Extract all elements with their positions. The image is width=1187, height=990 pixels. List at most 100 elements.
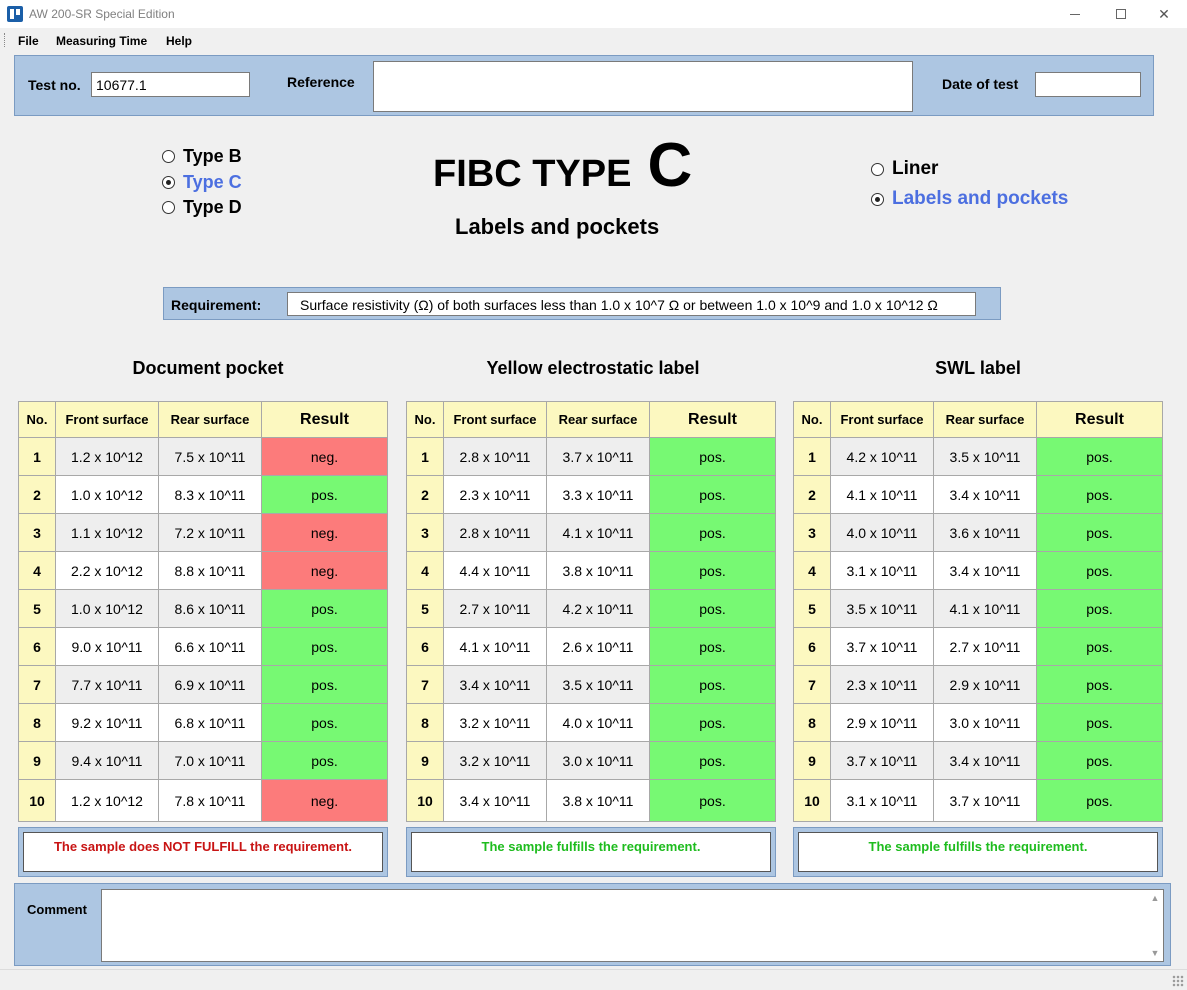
table-row: 8 9.2 x 10^11 6.8 x 10^11 pos. xyxy=(18,703,388,742)
cell-result: pos. xyxy=(1036,551,1163,590)
cell-result: pos. xyxy=(649,437,776,476)
app-icon xyxy=(7,6,23,22)
menu-bar: File Measuring Time Help xyxy=(0,30,1187,51)
radio-label: Type D xyxy=(183,197,242,217)
table-row: 2 4.1 x 10^11 3.4 x 10^11 pos. xyxy=(793,475,1163,514)
cell-no: 1 xyxy=(18,437,56,476)
cell-result: pos. xyxy=(649,513,776,552)
date-input[interactable] xyxy=(1035,72,1141,97)
cell-no: 1 xyxy=(793,437,831,476)
column-header-result: Result xyxy=(261,401,388,438)
cell-result: pos. xyxy=(261,703,388,742)
cell-result: pos. xyxy=(1036,703,1163,742)
cell-rear-surface: 3.8 x 10^11 xyxy=(546,779,650,822)
cell-result: pos. xyxy=(1036,475,1163,514)
cell-no: 8 xyxy=(406,703,444,742)
column-header-rear: Rear surface xyxy=(546,401,650,438)
cell-result: neg. xyxy=(261,551,388,590)
verdict-panel-yellow-label: The sample fulfills the requirement. xyxy=(406,827,776,877)
cell-front-surface: 7.7 x 10^11 xyxy=(55,665,159,704)
cell-front-surface: 3.2 x 10^11 xyxy=(443,741,547,780)
table-row: 2 1.0 x 10^12 8.3 x 10^11 pos. xyxy=(18,475,388,514)
menu-help[interactable]: Help xyxy=(166,34,192,48)
radio-type-d[interactable]: Type D xyxy=(162,197,242,218)
reference-input[interactable] xyxy=(373,61,913,112)
cell-no: 9 xyxy=(793,741,831,780)
close-icon: ✕ xyxy=(1158,5,1170,22)
cell-rear-surface: 3.4 x 10^11 xyxy=(933,741,1037,780)
cell-result: pos. xyxy=(649,665,776,704)
radio-label: Type B xyxy=(183,146,242,166)
test-no-label: Test no. xyxy=(28,77,81,93)
cell-rear-surface: 4.2 x 10^11 xyxy=(546,589,650,628)
cell-no: 6 xyxy=(406,627,444,666)
cell-rear-surface: 6.6 x 10^11 xyxy=(158,627,262,666)
cell-front-surface: 3.5 x 10^11 xyxy=(830,589,934,628)
cell-result: neg. xyxy=(261,437,388,476)
cell-no: 7 xyxy=(793,665,831,704)
cell-front-surface: 4.2 x 10^11 xyxy=(830,437,934,476)
radio-liner[interactable]: Liner xyxy=(871,158,938,180)
requirement-label: Requirement: xyxy=(171,297,262,313)
cell-front-surface: 9.4 x 10^11 xyxy=(55,741,159,780)
radio-type-b[interactable]: Type B xyxy=(162,146,242,167)
menu-measuring-time[interactable]: Measuring Time xyxy=(56,34,147,48)
cell-result: pos. xyxy=(649,779,776,822)
requirement-text: Surface resistivity (Ω) of both surfaces… xyxy=(287,292,976,316)
cell-result: pos. xyxy=(261,589,388,628)
column-header-no: No. xyxy=(406,401,444,438)
radio-button-icon xyxy=(871,162,884,176)
cell-rear-surface: 6.9 x 10^11 xyxy=(158,665,262,704)
cell-front-surface: 2.3 x 10^11 xyxy=(830,665,934,704)
cell-front-surface: 3.1 x 10^11 xyxy=(830,779,934,822)
cell-result: pos. xyxy=(1036,665,1163,704)
cell-no: 4 xyxy=(18,551,56,590)
radio-label: Labels and pockets xyxy=(892,188,1069,209)
comment-input[interactable]: ▲ ▼ xyxy=(101,889,1164,962)
comment-panel: Comment ▲ ▼ xyxy=(14,883,1171,966)
radio-button-icon xyxy=(162,201,175,214)
cell-front-surface: 1.0 x 10^12 xyxy=(55,475,159,514)
maximize-button[interactable] xyxy=(1098,0,1144,28)
table-row: 4 2.2 x 10^12 8.8 x 10^11 neg. xyxy=(18,551,388,590)
date-label: Date of test xyxy=(942,76,1019,92)
test-no-input[interactable] xyxy=(91,72,250,97)
cell-no: 3 xyxy=(406,513,444,552)
resize-grip-icon[interactable] xyxy=(1172,975,1184,987)
cell-no: 9 xyxy=(18,741,56,780)
cell-no: 7 xyxy=(406,665,444,704)
results-table-yellow-label: No. Front surface Rear surface Result 1 2.8 x… xyxy=(406,401,776,822)
cell-rear-surface: 7.8 x 10^11 xyxy=(158,779,262,822)
table-row: 6 9.0 x 10^11 6.6 x 10^11 pos. xyxy=(18,627,388,666)
cell-no: 2 xyxy=(793,475,831,514)
minimize-button[interactable] xyxy=(1052,0,1098,28)
cell-rear-surface: 7.5 x 10^11 xyxy=(158,437,262,476)
table-row: 6 4.1 x 10^11 2.6 x 10^11 pos. xyxy=(406,627,776,666)
verdict-text: The sample fulfills the requirement. xyxy=(798,832,1158,872)
cell-front-surface: 3.1 x 10^11 xyxy=(830,551,934,590)
cell-result: pos. xyxy=(1036,437,1163,476)
verdict-panel-swl-label: The sample fulfills the requirement. xyxy=(793,827,1163,877)
cell-front-surface: 9.2 x 10^11 xyxy=(55,703,159,742)
table-row: 3 2.8 x 10^11 4.1 x 10^11 pos. xyxy=(406,513,776,552)
cell-result: pos. xyxy=(649,475,776,514)
cell-no: 3 xyxy=(793,513,831,552)
verdict-panel-document-pocket: The sample does NOT FULFILL the requirem… xyxy=(18,827,388,877)
radio-type-c[interactable]: Type C xyxy=(162,172,242,193)
cell-no: 7 xyxy=(18,665,56,704)
scroll-down-icon[interactable]: ▼ xyxy=(1149,947,1161,959)
table-row: 4 3.1 x 10^11 3.4 x 10^11 pos. xyxy=(793,551,1163,590)
cell-front-surface: 3.7 x 10^11 xyxy=(830,627,934,666)
cell-no: 8 xyxy=(18,703,56,742)
close-button[interactable]: ✕ xyxy=(1141,0,1187,28)
menu-file[interactable]: File xyxy=(18,34,39,48)
cell-result: pos. xyxy=(649,551,776,590)
radio-labels-and-pockets[interactable]: Labels and pockets xyxy=(871,188,1068,210)
scroll-up-icon[interactable]: ▲ xyxy=(1149,892,1161,904)
requirement-panel: Requirement: Surface resistivity (Ω) of … xyxy=(163,287,1001,320)
cell-rear-surface: 7.2 x 10^11 xyxy=(158,513,262,552)
table-row: 10 3.4 x 10^11 3.8 x 10^11 pos. xyxy=(406,779,776,822)
cell-rear-surface: 3.0 x 10^11 xyxy=(933,703,1037,742)
cell-front-surface: 2.7 x 10^11 xyxy=(443,589,547,628)
cell-front-surface: 3.4 x 10^11 xyxy=(443,779,547,822)
